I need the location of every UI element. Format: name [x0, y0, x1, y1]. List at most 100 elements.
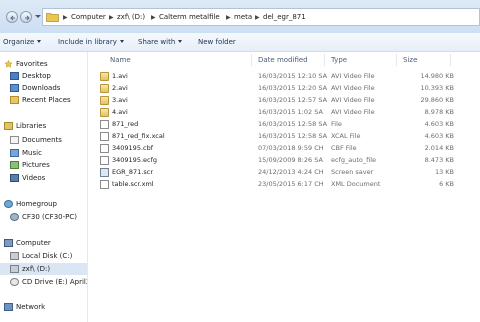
file-date: 16/03/2015 12:57 SA: [258, 96, 328, 104]
file-row[interactable]: EGR_871.scr 24/12/2013 4:24 CH Screen sa…: [98, 167, 478, 178]
column-divider[interactable]: [324, 54, 325, 66]
new-folder-button[interactable]: New folder: [198, 38, 236, 46]
file-name: 3409195.cbf: [112, 144, 154, 152]
file-row[interactable]: 3.avi 16/03/2015 12:57 SA AVI Video File…: [98, 95, 478, 106]
file-date: 16/03/2015 12:20 SA: [258, 84, 328, 92]
nav-homegroup[interactable]: Homegroup: [0, 198, 87, 210]
user-icon: [10, 213, 19, 221]
file-size: 10.393 KB: [420, 84, 454, 92]
file-type: AVI Video File: [331, 96, 375, 104]
breadcrumb-separator[interactable]: ▶: [63, 14, 68, 21]
column-name[interactable]: Name: [110, 56, 131, 64]
music-icon: [10, 149, 19, 157]
nav-zxf-drive[interactable]: zxf\ (D:): [0, 263, 87, 275]
column-divider[interactable]: [396, 54, 397, 66]
file-date: 16/03/2015 12:58 SA: [258, 120, 328, 128]
avi-file-icon: [100, 108, 109, 117]
back-button[interactable]: [6, 11, 18, 23]
file-size: 29.860 KB: [420, 96, 454, 104]
breadcrumb-separator[interactable]: ▶: [109, 14, 114, 21]
nav-libraries-label: Libraries: [16, 122, 47, 130]
nav-downloads[interactable]: Downloads: [0, 82, 87, 94]
nav-libraries[interactable]: Libraries: [0, 120, 87, 132]
column-divider[interactable]: [251, 54, 252, 66]
column-date-modified[interactable]: Date modified: [258, 56, 308, 64]
nav-favorites[interactable]: Favorites: [0, 58, 87, 70]
libraries-icon: [4, 122, 13, 130]
network-icon: [4, 303, 13, 311]
column-divider[interactable]: [450, 54, 451, 66]
avi-file-icon: [100, 84, 109, 93]
folder-icon: [46, 13, 59, 22]
nav-cd-drive[interactable]: CD Drive (E:) April20: [0, 276, 87, 288]
file-row[interactable]: 871_red_fix.xcal 16/03/2015 12:58 SA XCA…: [98, 131, 478, 142]
file-row[interactable]: 1.avi 16/03/2015 12:10 SA AVI Video File…: [98, 71, 478, 82]
breadcrumb-calterm[interactable]: Calterm metalfile: [159, 13, 220, 21]
file-date: 23/05/2015 6:17 CH: [258, 180, 324, 188]
file-type: CBF File: [331, 144, 357, 152]
share-with-button[interactable]: Share with: [138, 38, 183, 46]
nav-computer-label: Computer: [16, 239, 51, 247]
organize-button[interactable]: Organize: [3, 38, 42, 46]
file-row[interactable]: 2.avi 16/03/2015 12:20 SA AVI Video File…: [98, 83, 478, 94]
nav-recent-places-label: Recent Places: [22, 96, 71, 104]
breadcrumb-meta[interactable]: meta: [234, 13, 252, 21]
xml-file-icon: [100, 180, 109, 189]
nav-computer[interactable]: Computer: [0, 237, 87, 249]
chevron-down-icon: [37, 40, 42, 43]
breadcrumb-separator[interactable]: ▶: [255, 14, 260, 21]
include-in-library-button[interactable]: Include in library: [58, 38, 124, 46]
file-type: AVI Video File: [331, 72, 375, 80]
column-size[interactable]: Size: [403, 56, 417, 64]
hard-drive-icon: [10, 252, 19, 260]
breadcrumb-separator[interactable]: ▶: [226, 14, 231, 21]
file-date: 16/03/2015 12:10 SA: [258, 72, 328, 80]
organize-label: Organize: [3, 38, 35, 46]
file-row[interactable]: 3409195.ecfg 15/09/2009 8:26 SA ecfg_aut…: [98, 155, 478, 166]
chevron-down-icon: [119, 40, 124, 43]
file-row[interactable]: 871_red 16/03/2015 12:58 SA File 4.603 K…: [98, 119, 478, 130]
file-row[interactable]: 4.avi 16/03/2015 1:02 SA AVI Video File …: [98, 107, 478, 118]
generic-file-icon: [100, 144, 109, 153]
breadcrumb-computer[interactable]: Computer: [71, 13, 106, 21]
file-size: 4.603 KB: [424, 120, 454, 128]
file-date: 16/03/2015 1:02 SA: [258, 108, 323, 116]
column-type[interactable]: Type: [331, 56, 347, 64]
include-in-library-label: Include in library: [58, 38, 117, 46]
nav-videos[interactable]: Videos: [0, 172, 87, 184]
breadcrumb-separator[interactable]: ▶: [151, 14, 156, 21]
file-type: File: [331, 120, 342, 128]
nav-documents[interactable]: Documents: [0, 134, 87, 146]
generic-file-icon: [100, 156, 109, 165]
nav-downloads-label: Downloads: [22, 84, 61, 92]
nav-videos-label: Videos: [22, 174, 46, 182]
nav-network[interactable]: Network: [0, 301, 87, 313]
file-type: AVI Video File: [331, 84, 375, 92]
breadcrumb-current-folder[interactable]: del_egr_871: [263, 13, 306, 21]
file-type: XML Document: [331, 180, 381, 188]
back-arrow-icon: [10, 15, 15, 21]
documents-icon: [10, 136, 19, 144]
nav-desktop[interactable]: Desktop: [0, 70, 87, 82]
file-type: AVI Video File: [331, 108, 375, 116]
pictures-icon: [10, 161, 19, 169]
nav-favorites-label: Favorites: [16, 60, 48, 68]
recent-pages-dropdown[interactable]: [35, 15, 41, 18]
file-row[interactable]: table.scr.xml 23/05/2015 6:17 CH XML Doc…: [98, 179, 478, 190]
file-row[interactable]: 3409195.cbf 07/03/2018 9:59 CH CBF File …: [98, 143, 478, 154]
nav-cf30[interactable]: CF30 (CF30-PC): [0, 211, 87, 223]
nav-local-disk[interactable]: Local Disk (C:): [0, 250, 87, 262]
nav-pictures[interactable]: Pictures: [0, 159, 87, 171]
file-name: 4.avi: [112, 108, 128, 116]
nav-pictures-label: Pictures: [22, 161, 50, 169]
address-box[interactable]: ▶ Computer ▶ zxf\ (D:) ▶ Calterm metalfi…: [42, 8, 480, 26]
file-name: 871_red: [112, 120, 139, 128]
file-size: 14.980 KB: [420, 72, 454, 80]
forward-button[interactable]: [20, 11, 32, 23]
nav-recent-places[interactable]: Recent Places: [0, 94, 87, 106]
file-name: 3409195.ecfg: [112, 156, 158, 164]
chevron-down-icon: [178, 40, 183, 43]
computer-icon: [4, 239, 13, 247]
breadcrumb-drive[interactable]: zxf\ (D:): [117, 13, 145, 21]
nav-music[interactable]: Music: [0, 147, 87, 159]
